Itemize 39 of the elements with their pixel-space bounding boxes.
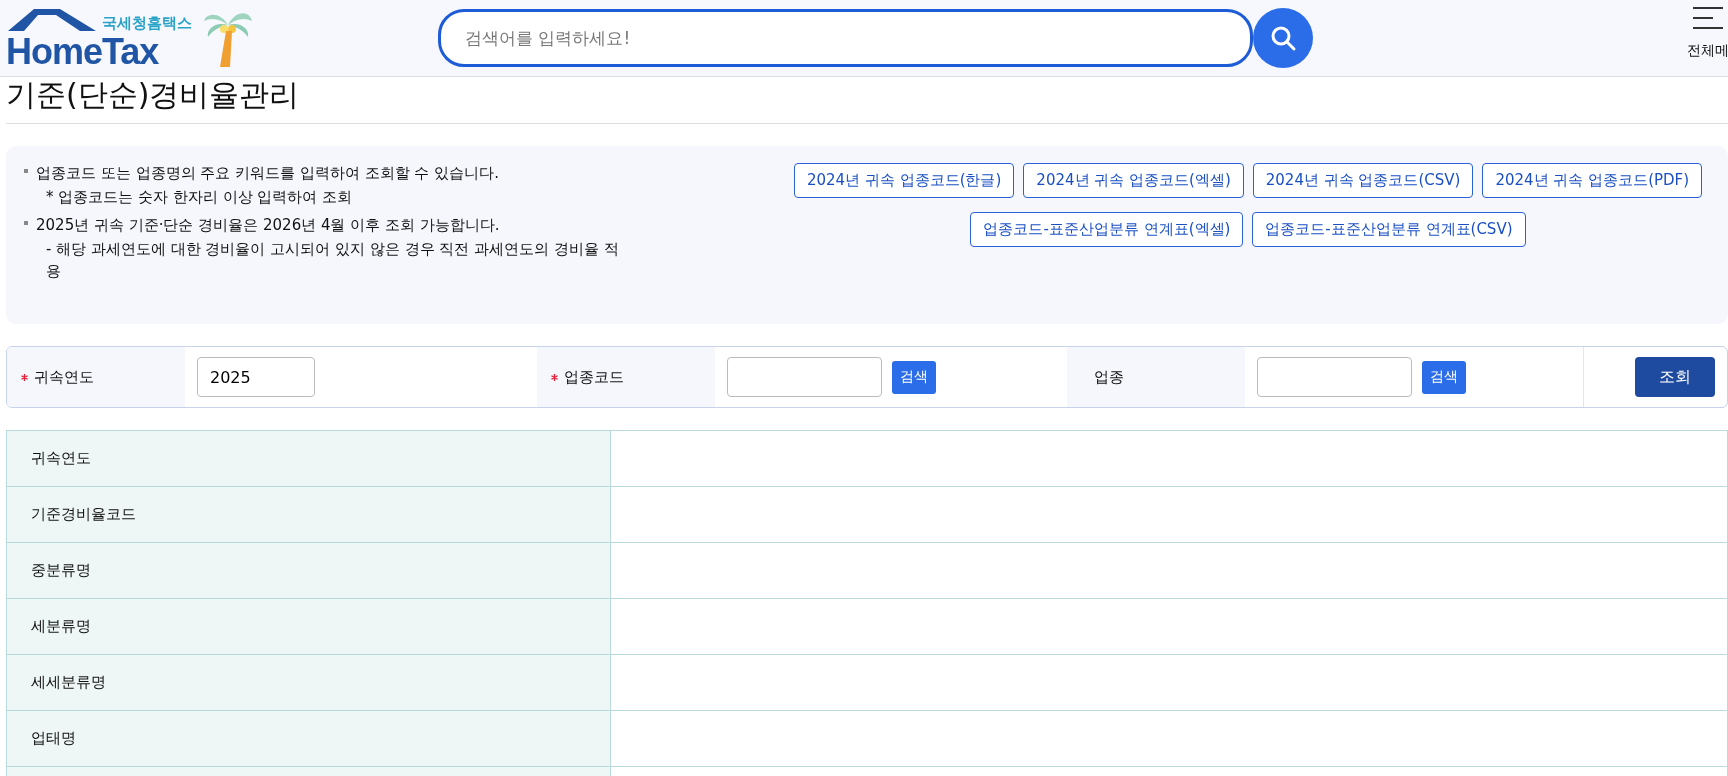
text-input[interactable] — [727, 357, 882, 397]
notice-note: * 업종코드는 숫자 한자리 이상 입력하여 조회 — [45, 187, 354, 208]
query-button[interactable]: 조회 — [1635, 357, 1715, 397]
notice-note: - 해당 과세연도에 대한 경비율이 고시되어 있지 않은 경우 직전 과세연도의 경비율 적용 — [45, 239, 620, 282]
download-button[interactable]: 2024년 귀속 업종코드(CSV) — [1252, 163, 1474, 198]
all-menu-button[interactable]: 전체메 — [1680, 6, 1728, 60]
required-icon — [21, 373, 28, 381]
field-label: 업종코드 — [564, 367, 624, 387]
text-input[interactable] — [1257, 357, 1412, 397]
search-button[interactable]: 검색 — [1422, 360, 1466, 394]
year-input[interactable]: 2025 — [197, 357, 315, 397]
download-button[interactable]: 2024년 귀속 업종코드(한글) — [793, 163, 1015, 198]
page-title: 기준(단순)경비율관리 — [6, 77, 301, 113]
search-button[interactable]: 검색 — [892, 360, 936, 394]
table-header-cell: 업태명 — [6, 710, 611, 767]
table-header-cell: 기준경비율코드 — [6, 486, 611, 543]
bullet-icon — [24, 221, 28, 225]
notice-text: 2025년 귀속 기준·단순 경비율은 2026년 4월 이후 조회 가능합니다. — [36, 215, 501, 236]
search-button[interactable] — [1253, 8, 1313, 68]
bullet-icon — [24, 169, 28, 173]
logo-subtitle: 국세청홈택스 — [102, 13, 192, 33]
table-header-cell: 세세분류명 — [6, 654, 611, 711]
required-icon — [551, 373, 558, 381]
field-label: 귀속연도 — [34, 367, 94, 387]
hometax-logo[interactable]: 국세청홈택스 HomeTax — [6, 3, 426, 73]
search-icon — [1269, 24, 1297, 52]
notice-text: 업종코드 또는 업종명의 주요 키워드를 입력하여 조회할 수 있습니다. — [36, 163, 499, 184]
menu-icon — [1693, 6, 1723, 30]
download-button[interactable]: 2024년 귀속 업종코드(PDF) — [1482, 163, 1703, 198]
logo-title: HomeTax — [6, 32, 159, 71]
download-button[interactable]: 업종코드-표준산업분류 연계표(CSV) — [1252, 212, 1526, 247]
download-button[interactable]: 2024년 귀속 업종코드(엑셀) — [1023, 163, 1244, 198]
house-roof-icon — [6, 7, 98, 33]
download-button[interactable]: 업종코드-표준산업분류 연계표(엑셀) — [970, 212, 1244, 247]
table-header-cell: 중분류명 — [6, 542, 611, 599]
field-label: 업종 — [1094, 367, 1124, 387]
search-field[interactable]: 검색어를 입력하세요! — [438, 9, 1253, 67]
table-header-cell: 세분류명 — [6, 598, 611, 655]
table-header-cell: 귀속연도 — [6, 430, 611, 487]
